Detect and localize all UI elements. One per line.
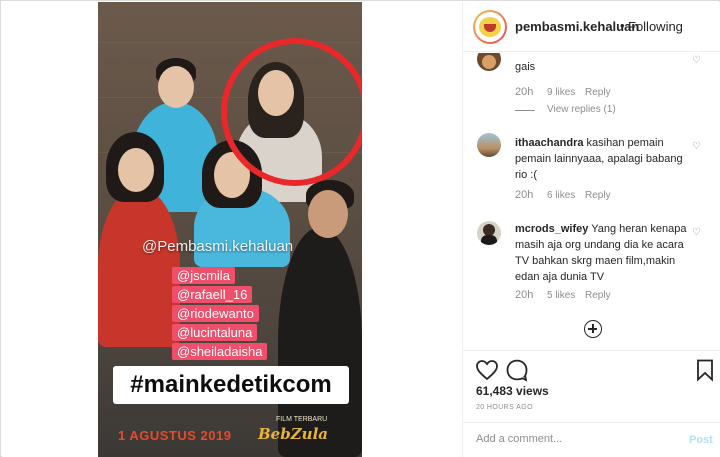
like-comment-heart-icon[interactable]: ♡ bbox=[692, 228, 702, 238]
load-more-comments-icon[interactable] bbox=[584, 320, 602, 338]
watermark-text: @Pembasmi.kehaluan bbox=[142, 238, 294, 255]
comment-time[interactable]: 20h bbox=[515, 189, 533, 201]
like-heart-icon[interactable] bbox=[475, 358, 499, 382]
person-face bbox=[118, 148, 154, 192]
following-button[interactable]: Following bbox=[628, 19, 683, 34]
instagram-post-window: @Pembasmi.kehaluan @jscmila @rafaell_16 … bbox=[0, 0, 720, 457]
post-comment-button[interactable]: Post bbox=[689, 434, 713, 446]
person-face bbox=[308, 190, 348, 238]
post-timestamp[interactable]: 20 HOURS AGO bbox=[476, 404, 533, 411]
comments-list[interactable]: gais ♡ 20h 9 likes Reply View replies (1… bbox=[463, 53, 720, 350]
like-comment-heart-icon[interactable]: ♡ bbox=[692, 56, 702, 66]
comment-time[interactable]: 20h bbox=[515, 86, 533, 98]
reply-button[interactable]: Reply bbox=[585, 87, 611, 98]
comment-text: ithaachandra kasihan pemain pemain lainn… bbox=[515, 135, 691, 183]
person-face bbox=[158, 66, 194, 108]
comment-avatar[interactable] bbox=[477, 221, 501, 245]
comment-text: gais bbox=[515, 61, 536, 73]
bookmark-icon[interactable] bbox=[693, 358, 717, 382]
avatar-face bbox=[482, 55, 496, 69]
highlight-circle bbox=[221, 38, 362, 186]
comment-avatar[interactable] bbox=[477, 133, 501, 157]
avatar[interactable] bbox=[473, 10, 507, 44]
avatar-image bbox=[475, 12, 505, 42]
view-replies-button[interactable]: View replies (1) bbox=[547, 104, 616, 115]
story-image[interactable]: @Pembasmi.kehaluan @jscmila @rafaell_16 … bbox=[98, 2, 362, 457]
comment-likes[interactable]: 5 likes bbox=[547, 290, 575, 301]
mention-tag[interactable]: @riodewanto bbox=[172, 305, 259, 322]
comment-time[interactable]: 20h bbox=[515, 289, 533, 301]
comment-username[interactable]: ithaachandra bbox=[515, 137, 583, 149]
mention-tag[interactable]: @jscmila bbox=[172, 267, 235, 284]
add-comment-bar: Post bbox=[463, 422, 720, 457]
release-date: 1 AGUSTUS 2019 bbox=[118, 428, 232, 443]
header-separator: • bbox=[620, 18, 625, 33]
person-red-jacket bbox=[98, 187, 180, 347]
comment-bubble-icon[interactable] bbox=[505, 358, 529, 382]
view-count[interactable]: 61,483 views bbox=[476, 384, 549, 398]
comment-likes[interactable]: 6 likes bbox=[547, 190, 575, 201]
hashtag-banner: #mainkedetikcom bbox=[113, 366, 349, 404]
post-actions: 61,483 views 20 HOURS AGO bbox=[463, 350, 720, 411]
avatar-body bbox=[481, 235, 497, 245]
post-media: @Pembasmi.kehaluan @jscmila @rafaell_16 … bbox=[2, 2, 462, 457]
post-header: pembasmi.kehaluan • Following bbox=[463, 2, 720, 52]
comment-text: mcrods_wifey Yang heran kenapa masih aja… bbox=[515, 221, 691, 285]
post-sidebar: pembasmi.kehaluan • Following gais ♡ 20h… bbox=[462, 2, 720, 457]
like-comment-heart-icon[interactable]: ♡ bbox=[692, 142, 702, 152]
mention-tag[interactable]: @rafaell_16 bbox=[172, 286, 253, 303]
mention-tag[interactable]: @lucintaluna bbox=[172, 324, 258, 341]
add-comment-input[interactable] bbox=[476, 433, 676, 445]
comment-likes[interactable]: 9 likes bbox=[547, 87, 575, 98]
reply-button[interactable]: Reply bbox=[585, 190, 611, 201]
reply-button[interactable]: Reply bbox=[585, 290, 611, 301]
view-replies-line bbox=[515, 110, 535, 111]
comment-avatar[interactable] bbox=[477, 53, 501, 71]
promo-caption: FILM TERBARU bbox=[276, 416, 328, 423]
hashtag-text[interactable]: #mainkedetikcom bbox=[113, 366, 349, 404]
mention-tag[interactable]: @sheiladaisha bbox=[172, 343, 268, 360]
movie-logo: BebZula bbox=[258, 425, 328, 443]
comment-username[interactable]: mcrods_wifey bbox=[515, 223, 588, 235]
